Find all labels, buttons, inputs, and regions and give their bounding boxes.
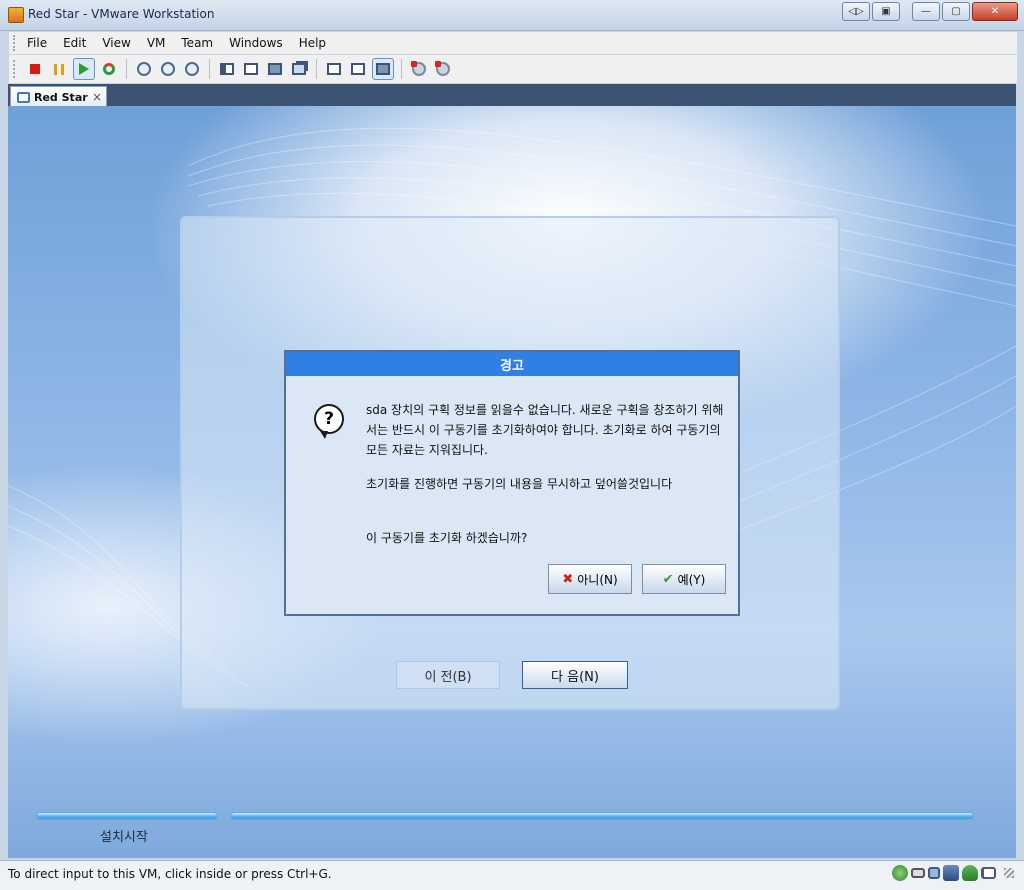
usb-icon[interactable] <box>943 865 959 881</box>
vm-console[interactable]: 이 전(B) 다 음(N) 설치시작 경고 ? sda 장치의 구획 정보를 읽… <box>8 106 1016 858</box>
tab-close-icon[interactable]: × <box>92 90 102 104</box>
full-screen-icon <box>244 63 258 75</box>
yes-button[interactable]: ✔ 예(Y) <box>642 564 726 594</box>
unity-icon <box>292 63 306 75</box>
menu-help[interactable]: Help <box>291 33 334 53</box>
status-bar: To direct input to this VM, click inside… <box>0 860 1024 890</box>
sound-icon[interactable] <box>962 865 978 881</box>
normal-view-button[interactable] <box>217 59 237 79</box>
dialog-message-overwrite: 초기화를 진행하면 구동기의 내용을 무시하고 덮어쓸것입니다 <box>366 477 673 491</box>
appliance-view-button[interactable] <box>372 58 394 80</box>
unity-button[interactable] <box>289 59 309 79</box>
menu-file[interactable]: File <box>19 33 55 53</box>
restore-toggle-button[interactable]: ◁▷ <box>842 2 870 21</box>
toolbar-separator <box>209 59 210 79</box>
resize-grip[interactable] <box>1004 868 1014 878</box>
normal-view-icon <box>220 63 234 75</box>
window-title: Red Star - VMware Workstation <box>28 7 215 21</box>
toolbar-separator <box>316 59 317 79</box>
preferences-button[interactable] <box>433 59 453 79</box>
no-button-label: 아니(N) <box>577 572 618 587</box>
dialog-message-confirm: 이 구동기를 초기화 하겠습니까? <box>366 531 528 545</box>
revert-snapshot-button[interactable] <box>158 59 178 79</box>
install-progress-step <box>36 812 218 820</box>
floppy-icon[interactable] <box>928 867 940 879</box>
install-progress-bar <box>230 812 974 820</box>
preferences-icon <box>435 61 450 76</box>
tab-strip: Red Star × <box>8 84 1016 107</box>
menu-edit[interactable]: Edit <box>55 33 94 53</box>
vmware-app-icon <box>8 7 24 23</box>
status-text: To direct input to this VM, click inside… <box>8 867 332 881</box>
toolbar <box>8 54 1018 84</box>
dialog-title: 경고 <box>286 352 738 376</box>
menu-bar: File Edit View VM Team Windows Help <box>8 31 1018 55</box>
quick-switch-button[interactable] <box>265 59 285 79</box>
snapshot-manager-icon <box>185 62 199 76</box>
menu-vm[interactable]: VM <box>139 33 174 53</box>
network-icon[interactable] <box>892 865 908 881</box>
power-off-button[interactable] <box>25 59 45 79</box>
appliance-view-icon <box>376 63 390 75</box>
vm-settings-button[interactable] <box>409 59 429 79</box>
console-icon <box>351 63 365 75</box>
revert-snapshot-icon <box>161 62 175 76</box>
quick-switch-icon <box>268 63 282 75</box>
windowed-button[interactable]: ▣ <box>872 2 900 21</box>
tab-red-star[interactable]: Red Star × <box>10 86 107 107</box>
snapshot-manager-button[interactable] <box>182 59 202 79</box>
message-icon[interactable] <box>982 867 996 879</box>
no-button[interactable]: ✖ 아니(N) <box>548 564 632 594</box>
reset-button[interactable] <box>99 59 119 79</box>
previous-button[interactable]: 이 전(B) <box>396 661 500 689</box>
summary-icon <box>327 63 341 75</box>
dialog-message-partition: sda 장치의 구획 정보를 읽을수 없습니다. 새로운 구획을 창조하기 위해… <box>366 403 724 457</box>
toolbar-separator <box>401 59 402 79</box>
vm-icon <box>17 91 30 103</box>
full-screen-button[interactable] <box>241 59 261 79</box>
toolbar-separator <box>126 59 127 79</box>
progress-step-label: 설치시작 <box>100 830 148 845</box>
snapshot-button[interactable] <box>134 59 154 79</box>
hdd-icon[interactable] <box>911 868 925 878</box>
suspend-button[interactable] <box>49 59 69 79</box>
menu-team[interactable]: Team <box>173 33 221 53</box>
x-icon: ✖ <box>562 571 574 587</box>
pause-icon <box>54 63 64 75</box>
tab-label: Red Star <box>34 90 88 104</box>
question-icon: ? <box>314 404 344 439</box>
next-button[interactable]: 다 음(N) <box>522 661 628 689</box>
device-icons <box>892 865 1014 881</box>
toolbar-grip[interactable] <box>13 60 19 78</box>
maximize-button[interactable]: ▢ <box>942 2 970 21</box>
menu-windows[interactable]: Windows <box>221 33 291 53</box>
power-on-button[interactable] <box>73 58 95 80</box>
vm-settings-icon <box>411 61 426 76</box>
window-titlebar: Red Star - VMware Workstation ◁▷ ▣ — ▢ ✕ <box>0 0 1024 31</box>
warning-dialog: 경고 ? sda 장치의 구획 정보를 읽을수 없습니다. 새로운 구획을 창조… <box>284 350 740 616</box>
minimize-button[interactable]: — <box>912 2 940 21</box>
snapshot-icon <box>137 62 151 76</box>
menu-view[interactable]: View <box>94 33 138 53</box>
console-button[interactable] <box>348 59 368 79</box>
check-icon: ✔ <box>662 571 674 587</box>
summary-button[interactable] <box>324 59 344 79</box>
reset-icon <box>103 63 115 75</box>
stop-icon <box>30 64 40 74</box>
window-controls: ◁▷ ▣ — ▢ ✕ <box>842 2 1018 21</box>
close-button[interactable]: ✕ <box>972 2 1018 21</box>
play-icon <box>79 63 89 75</box>
yes-button-label: 예(Y) <box>677 572 706 587</box>
